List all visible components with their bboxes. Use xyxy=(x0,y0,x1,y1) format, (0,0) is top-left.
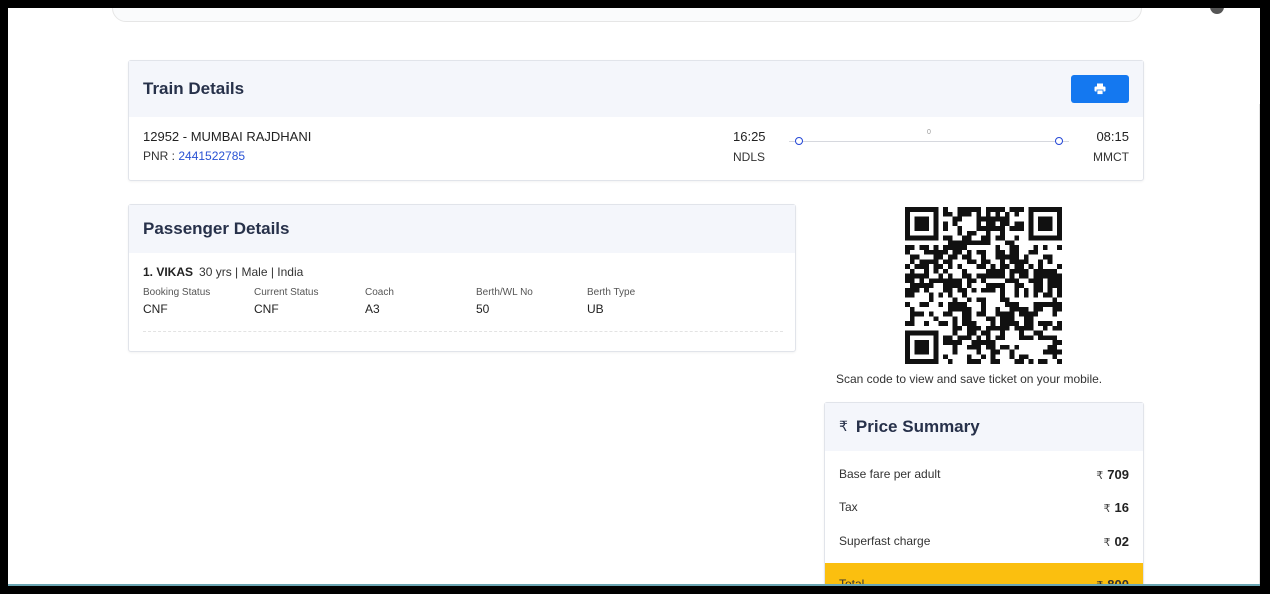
berth-type-value: UB xyxy=(587,302,604,316)
pnr: PNR : 2441522785 xyxy=(143,149,245,163)
price-total-row: Total ₹800 xyxy=(825,563,1143,586)
passenger-name: 1. VIKAS xyxy=(143,265,194,279)
scrollbar-track[interactable] xyxy=(1259,104,1260,584)
current-status-label: Current Status xyxy=(254,287,319,298)
booking-status: Booking Status CNF xyxy=(143,287,254,316)
printer-icon xyxy=(1094,83,1106,95)
price-summary-card: ₹ Price Summary Base fare per adult ₹709 … xyxy=(824,402,1144,586)
search-bar[interactable] xyxy=(112,8,1142,22)
price-row-amount: ₹02 xyxy=(1103,534,1129,549)
pnr-label: PNR : xyxy=(143,149,179,163)
berth-wl-no: Berth/WL No 50 xyxy=(476,287,587,316)
coach: Coach A3 xyxy=(365,287,476,316)
price-row-base-fare: Base fare per adult ₹709 xyxy=(839,467,1129,482)
train-details-card: Train Details 12952 - MUMBAI RAJDHANI PN… xyxy=(128,60,1144,181)
price-row-label: Tax xyxy=(839,500,858,514)
departure-dot-icon xyxy=(795,137,803,145)
price-row-label: Base fare per adult xyxy=(839,467,941,481)
coach-value: A3 xyxy=(365,302,380,316)
train-name: 12952 - MUMBAI RAJDHANI xyxy=(143,129,312,144)
price-summary-label: Price Summary xyxy=(855,417,980,436)
arrival-dot-icon xyxy=(1055,137,1063,145)
train-details-title: Train Details xyxy=(129,61,1143,117)
avatar[interactable] xyxy=(1210,8,1224,14)
departure-station: NDLS xyxy=(733,150,766,164)
passenger-status-row: Booking Status CNF Current Status CNF Co… xyxy=(143,287,698,316)
qr-caption: Scan code to view and save ticket on you… xyxy=(836,372,1103,386)
pnr-number: 2441522785 xyxy=(178,149,246,163)
passenger-details-title: Passenger Details xyxy=(129,205,795,253)
page-viewport: Train Details 12952 - MUMBAI RAJDHANI PN… xyxy=(8,8,1260,586)
current-status: Current Status CNF xyxy=(254,287,365,316)
rupee-icon: ₹ xyxy=(839,419,848,435)
berth-type: Berth Type UB xyxy=(587,287,698,316)
route-line xyxy=(789,141,1069,142)
departure-time: 16:25 xyxy=(733,129,766,144)
berth-wl-label: Berth/WL No xyxy=(476,287,533,298)
print-button[interactable] xyxy=(1071,75,1129,103)
passenger-info: 30 yrs | Male | India xyxy=(199,265,304,279)
berth-type-label: Berth Type xyxy=(587,287,636,298)
price-row-label: Superfast charge xyxy=(839,534,931,548)
coach-label: Coach xyxy=(365,287,394,298)
window-bottom-border xyxy=(8,584,1260,586)
ticket-qr-code xyxy=(905,207,1062,364)
booking-status-label: Booking Status xyxy=(143,287,211,298)
price-row-amount: ₹709 xyxy=(1096,467,1129,482)
booking-status-value: CNF xyxy=(143,302,168,316)
price-row-tax: Tax ₹16 xyxy=(839,500,1129,515)
berth-wl-value: 50 xyxy=(476,302,490,316)
current-status-value: CNF xyxy=(254,302,279,316)
price-row-amount: ₹16 xyxy=(1103,500,1129,515)
price-summary-title: ₹ Price Summary xyxy=(825,403,1143,451)
arrival-time: 08:15 xyxy=(1096,129,1129,144)
arrival-station: MMCT xyxy=(1093,150,1129,164)
divider xyxy=(143,331,783,332)
passenger-details-card: Passenger Details 1. VIKAS 30 yrs | Male … xyxy=(128,204,796,352)
passenger-line: 1. VIKAS 30 yrs | Male | India xyxy=(143,265,303,279)
journey-duration: 0 xyxy=(927,129,931,136)
price-row-superfast: Superfast charge ₹02 xyxy=(839,534,1129,549)
